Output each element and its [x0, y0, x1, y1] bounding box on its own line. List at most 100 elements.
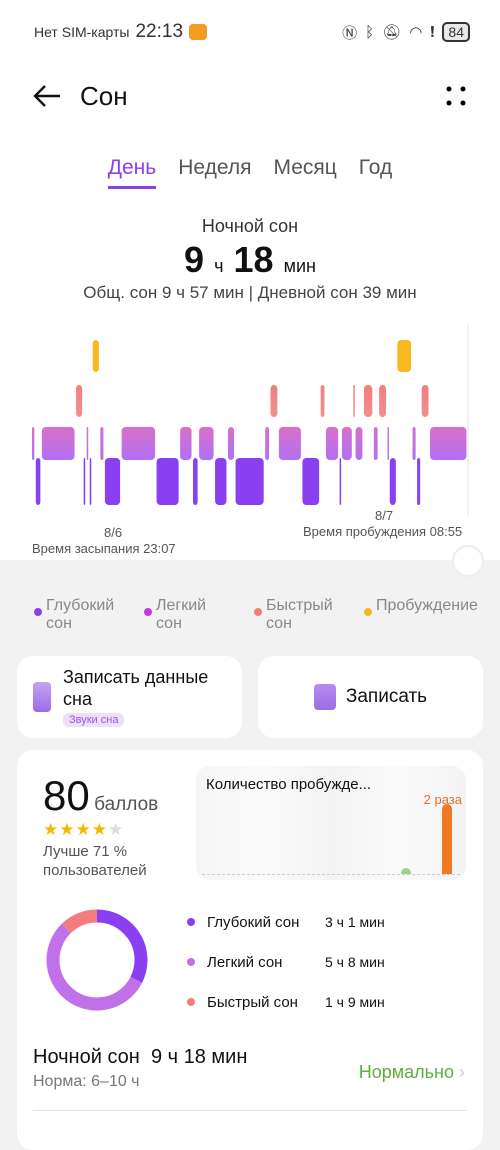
- stage-value: 1 ч 9 мин: [325, 994, 385, 1010]
- legend-dot: [34, 608, 42, 616]
- sleep-summary: Ночной сон 9 ч 18 мин Общ. сон 9 ч 57 ми…: [0, 216, 500, 303]
- segment-light: [373, 427, 378, 460]
- tab-week[interactable]: Неделя: [178, 156, 251, 189]
- chevron-right-icon: ›: [459, 1062, 465, 1082]
- segment-deep: [417, 458, 421, 505]
- stage-breakdown: Глубокий сон 3 ч 1 мин Легкий сон 5 ч 8 мин…: [187, 902, 427, 1022]
- segment-light: [180, 427, 192, 460]
- stage-label: Глубокий сон: [207, 913, 300, 931]
- bluetooth-icon: ᛒ: [365, 23, 375, 41]
- back-arrow-icon[interactable]: [32, 84, 62, 108]
- end-date: 8/7: [375, 508, 394, 523]
- clock: 22:13: [135, 21, 184, 42]
- record-data-label: Записать данные сна: [63, 667, 209, 709]
- wake-time: Время пробуждения 08:55: [303, 524, 463, 539]
- star-rating: ★★★★★: [43, 820, 158, 840]
- segment-rem: [379, 385, 386, 417]
- users-label: пользователей: [43, 862, 147, 879]
- segment-deep: [215, 458, 227, 505]
- segment-deep: [89, 458, 92, 505]
- legend-label: Пробуждение: [376, 597, 478, 614]
- legend-dot: [144, 608, 152, 616]
- wakeups-widget[interactable]: Количество пробужде... 2 раза: [196, 766, 466, 880]
- segment-deep: [302, 458, 320, 505]
- record-label: Записать: [345, 686, 428, 707]
- alert-icon: ❗︎: [430, 23, 435, 41]
- tab-month[interactable]: Месяц: [273, 156, 336, 189]
- carrier: Нет SIM-карты: [34, 24, 130, 40]
- breakdown-row: Глубокий сон 3 ч 1 мин: [187, 902, 427, 942]
- segment-deep: [339, 458, 342, 505]
- tab-year[interactable]: Год: [359, 156, 392, 189]
- record-sleep-data-button[interactable]: Записать данные сна Звуки сна: [17, 656, 242, 738]
- legend-dot: [364, 608, 372, 616]
- moon-phone-icon: [33, 682, 51, 712]
- score-unit: баллов: [94, 794, 159, 815]
- battery-indicator: 84: [442, 22, 470, 42]
- nfc-icon: Ⓝ: [342, 24, 358, 42]
- segment-rem: [421, 385, 429, 417]
- baseline: [202, 874, 460, 875]
- segment-deep: [83, 458, 86, 505]
- segment-light: [32, 427, 35, 460]
- segment-rem: [320, 385, 325, 417]
- segment-light: [430, 427, 467, 460]
- sleep-start-time: Время засыпания 23:07: [32, 541, 176, 556]
- night-label: Ночной сон: [33, 1046, 140, 1068]
- segment-deep: [235, 458, 264, 505]
- wakeup-bar-small: [401, 868, 411, 874]
- segment-light: [121, 427, 156, 460]
- summary-duration: 9 ч 18 мин: [0, 239, 500, 281]
- segment-deep: [389, 458, 396, 505]
- segment-deep: [104, 458, 121, 505]
- app-header: Сон: [32, 76, 468, 116]
- record-button[interactable]: Записать: [258, 656, 483, 738]
- note-edit-icon: [313, 684, 336, 710]
- drag-handle[interactable]: [452, 545, 484, 577]
- segment-light: [86, 427, 89, 460]
- divider: [33, 1110, 467, 1111]
- stage-legend: Глубокий сон Легкий сон Быстрый сон Проб…: [34, 597, 478, 633]
- segment-light: [278, 427, 301, 460]
- start-date: 8/6: [104, 525, 123, 540]
- segment-light: [341, 427, 352, 460]
- breakdown-row: Быстрый сон 1 ч 9 мин: [187, 982, 427, 1022]
- legend-label: Глубокий сон: [46, 597, 115, 632]
- stage-dot: [187, 958, 195, 966]
- wifi-icon: ◠: [409, 24, 423, 41]
- legend-label: Легкий сон: [156, 597, 207, 632]
- sleep-score-card: 80 баллов ★★★★★ Лучше 71 % пользователей…: [17, 750, 483, 1150]
- summary-label: Ночной сон: [201, 216, 299, 236]
- segment-light: [265, 427, 270, 460]
- summary-detail: Общ. сон 9 ч 57 мин | Дневной сон 39 мин: [83, 283, 417, 302]
- status-label: Нормально: [358, 1062, 454, 1082]
- stage-dot: [187, 998, 195, 1006]
- stars-filled: ★★★★: [43, 820, 108, 839]
- segment-light: [199, 427, 214, 460]
- night-status[interactable]: Нормально ›: [359, 1062, 465, 1083]
- sleep-sounds-badge[interactable]: Звуки сна: [63, 713, 125, 727]
- segment-rem: [270, 385, 278, 417]
- more-options-icon[interactable]: [444, 84, 468, 108]
- segment-deep: [193, 458, 198, 505]
- hypnogram-chart[interactable]: [0, 325, 500, 515]
- wakeup-bar-today: [442, 804, 452, 874]
- stars-empty: ★: [107, 820, 125, 839]
- breakdown-row: Легкий сон 5 ч 8 мин: [187, 942, 427, 982]
- legend-rem: Быстрый сон: [254, 597, 346, 633]
- top-panel: Нет SIM-карты 22:13 Ⓝ ᛒ 🔕︎ ◠ ❗︎ 84 Сон Д…: [0, 0, 500, 560]
- tab-day[interactable]: День: [107, 156, 157, 189]
- segment-rem: [76, 385, 83, 417]
- legend-label: Быстрый сон: [266, 597, 333, 632]
- period-tabs: День Неделя Месяц Год: [0, 156, 500, 189]
- legend-awake: Пробуждение: [364, 597, 478, 633]
- night-sleep-row[interactable]: Ночной сон 9 ч 18 мин Норма: 6–10 ч: [33, 1046, 247, 1091]
- segment-light: [387, 427, 389, 460]
- stage-value: 5 ч 8 мин: [325, 954, 385, 970]
- minutes-unit: мин: [283, 256, 316, 276]
- better-than: Лучше 71 %: [43, 843, 128, 860]
- segment-light: [41, 427, 75, 460]
- segment-deep: [35, 458, 41, 505]
- stage-dot: [187, 918, 195, 926]
- segment-light: [412, 427, 416, 460]
